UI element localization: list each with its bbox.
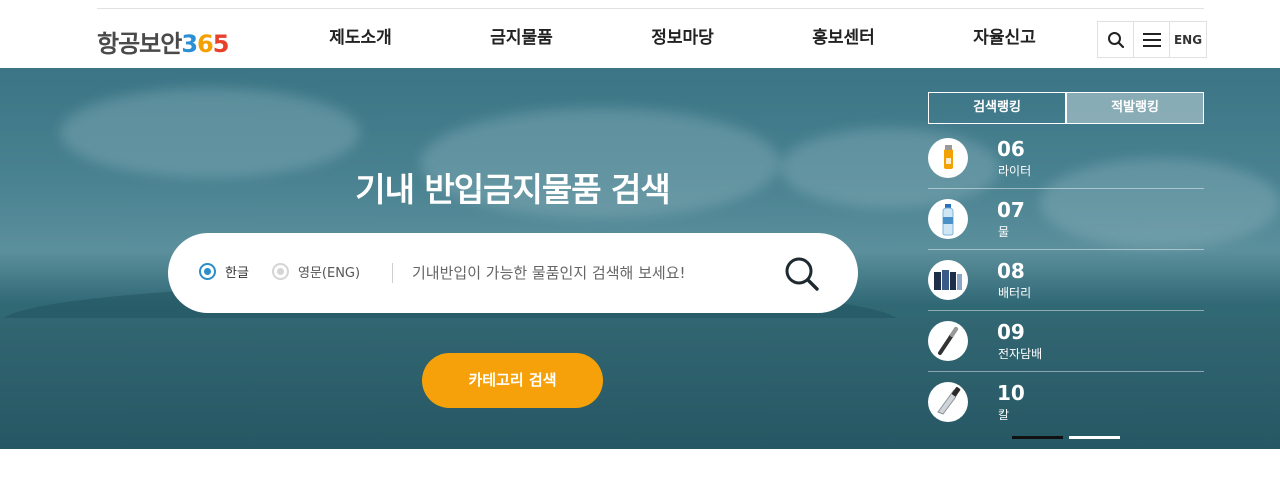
ranking-item-name: 칼 (998, 408, 1010, 422)
site-header: 항공보안365 제도소개 금지물품 정보마당 홍보센터 자율신고 ENG (0, 9, 1280, 68)
radio-korean[interactable]: 한글 (199, 262, 249, 281)
battery-icon (928, 260, 968, 300)
search-icon (1107, 31, 1124, 48)
nav-item-pr-center[interactable]: 홍보센터 (763, 9, 924, 68)
ranking-item-name: 전자담배 (998, 347, 1043, 361)
main-nav: 제도소개 금지물품 정보마당 홍보센터 자율신고 (280, 9, 1085, 68)
category-search-button[interactable]: 카테고리 검색 (422, 353, 603, 408)
radio-korean-label: 한글 (225, 266, 249, 281)
logo-text: 항공보안 (97, 30, 182, 58)
ranking-item[interactable]: 07 물 (928, 189, 1204, 250)
pager-bar[interactable] (1069, 436, 1120, 439)
radio-unselected-indicator (272, 263, 289, 280)
ranking-number: 06 (997, 137, 1025, 161)
radio-english[interactable]: 영문(ENG) (272, 262, 360, 281)
hero-search-section: 기내 반입금지물품 검색 한글 영문(ENG) 카테고리 검색 검색랭킹 적발랭… (0, 68, 1280, 449)
ranking-item[interactable]: 09 전자담배 (928, 311, 1204, 372)
nav-item-prohibited-items[interactable]: 금지물품 (441, 9, 602, 68)
ranking-list: 06 라이터 07 물 08 배터리 09 전자담배 10 칼 (928, 128, 1204, 433)
utility-bar (0, 0, 1280, 9)
hero-title: 기내 반입금지물품 검색 (355, 170, 671, 209)
e-cigarette-icon (928, 321, 968, 361)
header-menu-button[interactable] (1134, 22, 1170, 57)
nav-item-system-intro[interactable]: 제도소개 (280, 9, 441, 68)
logo-number-3: 3 (181, 30, 198, 58)
nav-item-voluntary-report[interactable]: 자율신고 (924, 9, 1085, 68)
knife-icon (928, 382, 968, 422)
ranking-number: 08 (997, 259, 1025, 283)
ranking-item-name: 물 (998, 225, 1010, 239)
search-submit-button[interactable] (782, 255, 822, 293)
ranking-item[interactable]: 10 칼 (928, 372, 1204, 433)
ranking-number: 07 (997, 198, 1025, 222)
radio-selected-indicator (199, 263, 216, 280)
tab-search-ranking[interactable]: 검색랭킹 (928, 92, 1066, 124)
site-logo[interactable]: 항공보안365 (97, 24, 230, 59)
pager-bar-current[interactable] (1012, 436, 1063, 439)
ranking-item-name: 배터리 (998, 286, 1032, 300)
search-box: 한글 영문(ENG) (168, 233, 858, 313)
logo-number-6: 6 (197, 30, 214, 58)
ranking-number: 09 (997, 320, 1025, 344)
nav-item-info-square[interactable]: 정보마당 (602, 9, 763, 68)
prohibited-item-search-input[interactable] (412, 255, 772, 291)
ranking-pager (1012, 436, 1120, 439)
header-tools: ENG (1097, 21, 1207, 58)
ranking-item-name: 라이터 (998, 164, 1032, 178)
ranking-item[interactable]: 06 라이터 (928, 128, 1204, 189)
radio-english-label: 영문(ENG) (298, 266, 361, 281)
language-eng-button[interactable]: ENG (1170, 22, 1206, 57)
hamburger-menu-icon (1142, 32, 1161, 47)
logo-number-5: 5 (212, 30, 230, 58)
ranking-number: 10 (997, 381, 1025, 405)
lighter-icon (928, 138, 968, 178)
tab-detection-ranking[interactable]: 적발랭킹 (1066, 92, 1204, 124)
search-divider (392, 263, 393, 283)
header-search-button[interactable] (1098, 22, 1134, 57)
search-icon (785, 257, 819, 291)
water-bottle-icon (928, 199, 968, 239)
ranking-tabs: 검색랭킹 적발랭킹 (928, 92, 1204, 124)
ranking-item[interactable]: 08 배터리 (928, 250, 1204, 311)
